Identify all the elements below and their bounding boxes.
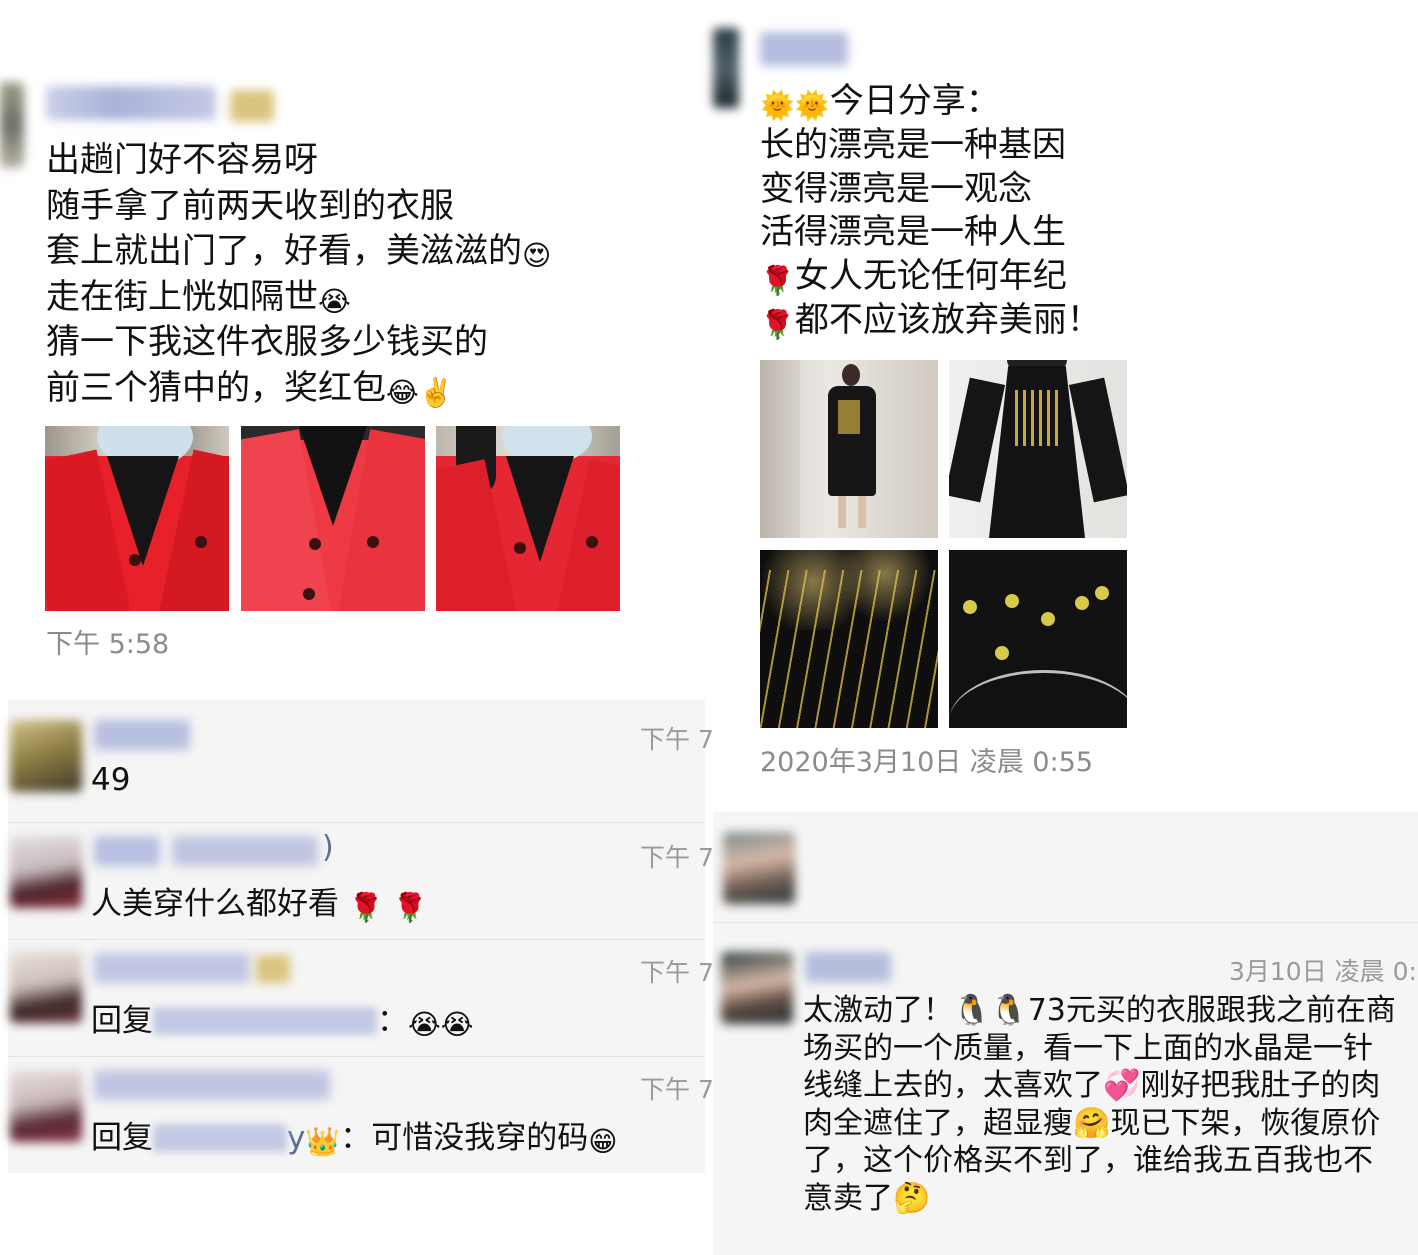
left-post-author-name[interactable] [46,86,216,120]
right-post-photo-1[interactable] [760,360,938,538]
comment-line-5: 了，这个价格买不到了，谁给我五百我也不 [803,1143,1373,1178]
left-post-timestamp: 下午 5:58 [46,629,170,660]
crown-emoji-icon: 👑 [305,1125,341,1158]
left-comment-2[interactable]: ) 下午 7 人美穿什么都好看 🌹 🌹 [8,822,714,939]
right-post-line-6: 🌹都不应该放弃美丽！ [760,299,1101,341]
avatar[interactable] [10,1070,82,1142]
reply-target-name-fragment: y [287,1120,306,1156]
comment-author-badge [256,955,290,983]
left-post-text: 出趟门好不容易呀 随手拿了前两天收到的衣服 套上就出门了，好看，美滋滋的😍 走在… [46,138,551,411]
comment-text: 回复 y👑：可惜没我穿的码😁 [91,1120,618,1158]
like-row [713,812,1418,922]
left-post-line-5: 猜一下我这件衣服多少钱买的 [46,322,488,362]
comment-author-name[interactable] [94,836,160,866]
left-post-line-4: 走在街上恍如隔世😭 [46,276,351,318]
avatar[interactable] [10,720,82,792]
comment-line-1: 太激动了！🐧🐧73元买的衣服跟我之前在商 [803,993,1396,1028]
sun-emoji-icon: 🌞🌞 [760,89,830,122]
left-post-photo-3[interactable] [436,426,620,611]
right-post-author-name[interactable] [760,32,848,66]
rose-emoji-icon: 🌹 🌹 [348,891,428,924]
right-comment-1[interactable]: 3月10日 凌晨 0: 太激动了！🐧🐧73元买的衣服跟我之前在商 场买的一个质量… [713,924,1418,1255]
comment-time: 下午 7 [640,958,714,987]
right-post-avatar[interactable] [713,28,739,108]
rose-emoji-icon: 🌹 [760,307,795,341]
left-comment-4[interactable]: 下午 7 回复 y👑：可惜没我穿的码😁 [8,1056,714,1173]
comment-time: 下午 7 [640,1075,714,1104]
comment-line-6: 意卖了🤔 [803,1180,931,1216]
left-post-author-badge [230,90,274,122]
left-comment-panel: 下午 7 49 ) 下午 7 人美穿什么都好看 🌹 🌹 下午 7 回复 ：😭😭 下… [8,700,714,1173]
reply-label: 回复 [91,1003,153,1039]
right-post-text: 🌞🌞今日分享： 长的漂亮是一种基因 变得漂亮是一观念 活得漂亮是一种人生 🌹女人… [760,80,1101,343]
comment-line-4: 肉全遮住了，超显瘦🤗现已下架，恢復原价 [803,1105,1381,1141]
comment-text: 人美穿什么都好看 🌹 🌹 [91,886,428,924]
right-post-timestamp: 2020年3月10日 凌晨 0:55 [760,747,1094,778]
right-post-photo-3[interactable] [760,550,938,728]
left-comment-1[interactable]: 下午 7 49 [8,700,714,822]
comment-author-name[interactable] [94,720,190,750]
left-post-avatar[interactable] [0,82,24,168]
left-post-photo-2[interactable] [241,426,425,611]
comment-text: 回复 ：😭😭 [91,1003,474,1041]
right-comment-panel: 3月10日 凌晨 0: 太激动了！🐧🐧73元买的衣服跟我之前在商 场买的一个质量… [713,812,1418,1255]
comment-time: 3月10日 凌晨 0: [1229,957,1417,986]
comment-line-3: 线缝上去的，太喜欢了💞刚好把我肚子的肉 [803,1068,1381,1103]
comment-author-name[interactable] [94,1070,330,1100]
reply-target-name [153,1124,287,1152]
divider [713,922,1418,923]
rose-emoji-icon: 🌹 [760,264,795,298]
comment-author-name-2[interactable] [172,836,318,866]
comment-time: 下午 7 [640,843,714,872]
left-post-line-1: 出趟门好不容易呀 [46,140,318,180]
right-post-line-4: 活得漂亮是一种人生 [760,212,1066,253]
right-post-line-5: 🌹女人无论任何年纪 [760,256,1067,298]
left-post-line-6: 前三个猜中的，奖红包😂✌️ [46,367,454,409]
comment-text: 太激动了！🐧🐧73元买的衣服跟我之前在商 场买的一个质量，看一下上面的水晶是一针… [803,992,1396,1217]
left-post-photo-1[interactable] [45,426,229,611]
reply-label: 回复 [91,1120,153,1156]
right-post-line-3: 变得漂亮是一观念 [760,168,1032,209]
left-post-line-2: 随手拿了前两天收到的衣服 [46,185,454,226]
avatar[interactable] [10,836,82,908]
avatar[interactable] [721,952,793,1024]
avatar[interactable] [10,951,82,1023]
crying-emoji-icon: 😭😭 [408,1008,474,1041]
grin-emoji-icon: 😁 [588,1125,618,1158]
heart-eyes-emoji-icon: 😍 [522,239,552,272]
avatar[interactable] [723,832,795,904]
right-post-line-2: 长的漂亮是一种基因 [760,124,1066,165]
reply-target-name [153,1007,377,1035]
comment-line-2: 场买的一个质量，看一下上面的水晶是一针 [803,1030,1373,1066]
comment-text: 49 [91,762,131,798]
left-post-line-3: 套上就出门了，好看，美滋滋的😍 [46,231,552,272]
comment-time: 下午 7 [640,725,714,754]
comment-author-name-fragment: ) [322,830,334,865]
right-post-photo-2[interactable] [949,360,1127,538]
laugh-victory-emoji-icon: 😂✌️ [386,375,454,409]
right-post-line-1: 🌞🌞今日分享： [760,81,1000,122]
left-comment-3[interactable]: 下午 7 回复 ：😭😭 [8,939,714,1056]
right-post-photo-4[interactable] [949,550,1127,728]
comment-author-name[interactable] [94,953,250,983]
comment-author-name[interactable] [805,952,891,982]
crying-emoji-icon: 😭 [318,284,351,318]
